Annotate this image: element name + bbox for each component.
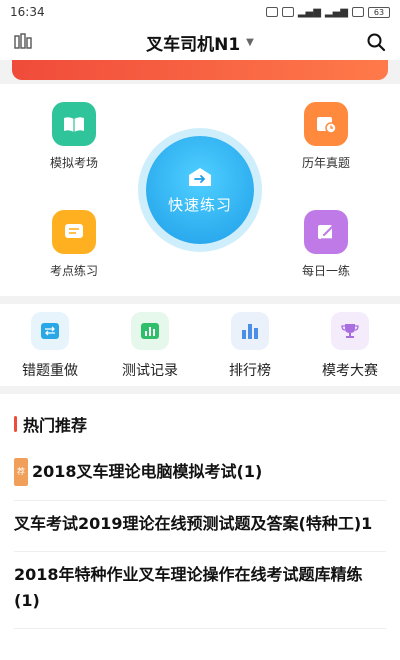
status-time: 16:34 — [10, 5, 45, 19]
list-item[interactable]: 叉车考试2019理论在线预测试题及答案(特种工)1 — [14, 501, 386, 552]
test-records-button[interactable]: 测试记录 — [105, 312, 195, 380]
search-icon[interactable] — [366, 32, 386, 52]
past-papers-entry[interactable]: 历年真题 — [286, 102, 366, 171]
banner[interactable] — [12, 60, 388, 80]
signal-icon-2: ▂▄▆ — [324, 6, 348, 18]
daily-practice-entry[interactable]: 每日一练 — [286, 210, 366, 279]
section-header: 热门推荐 — [14, 412, 87, 436]
practice-panel: 模拟考场 历年真题 快速练习 考点练习 每日一练 — [0, 84, 400, 296]
recommend-list: 荐 2018叉车理论电脑模拟考试(1) 叉车考试2019理论在线预测试题及答案(特… — [14, 448, 386, 629]
trophy-icon — [331, 312, 369, 350]
leaderboard-button[interactable]: 排行榜 — [205, 312, 295, 380]
list-item-text: 2018年特种作业叉车理论操作在线考试题库精练(1) — [14, 565, 363, 610]
tools-panel: 错题重做 测试记录 排行榜 模考大赛 — [0, 304, 400, 386]
quick-practice-button[interactable]: 快速练习 — [146, 136, 254, 244]
alarm-icon — [281, 7, 294, 17]
section-marker — [14, 416, 17, 432]
notification-icon — [265, 7, 278, 17]
list-item-text: 2018叉车理论电脑模拟考试(1) — [32, 462, 263, 481]
edit-icon — [304, 210, 348, 254]
library-icon[interactable] — [14, 33, 32, 49]
mock-exam-entry[interactable]: 模拟考场 — [34, 102, 114, 171]
tool-label: 测试记录 — [122, 363, 178, 379]
ranking-icon — [231, 312, 269, 350]
recommend-section: 热门推荐 荐 2018叉车理论电脑模拟考试(1) 叉车考试2019理论在线预测试题… — [0, 394, 400, 660]
tool-label: 排行榜 — [229, 363, 271, 379]
quick-practice-label: 快速练习 — [167, 195, 232, 214]
tool-label: 模考大赛 — [322, 363, 378, 379]
chat-note-icon — [52, 210, 96, 254]
list-item[interactable]: 荐 2018叉车理论电脑模拟考试(1) — [14, 448, 386, 501]
status-icons: ▂▄▆ ▂▄▆ 63 — [265, 6, 390, 18]
book-icon — [52, 102, 96, 146]
page-title[interactable]: 叉车司机N1 — [146, 30, 240, 55]
sim-icon — [352, 7, 364, 17]
app-header: 叉车司机N1 ▼ — [0, 24, 400, 60]
signal-icon: ▂▄▆ — [297, 6, 321, 18]
bar-chart-icon — [131, 312, 169, 350]
chevron-down-icon[interactable]: ▼ — [246, 37, 254, 48]
list-item[interactable]: 2018年特种作业叉车理论操作在线考试题库精练(1) — [14, 552, 386, 629]
recommend-badge: 荐 — [14, 458, 28, 486]
tool-label: 错题重做 — [22, 363, 78, 379]
status-bar: 16:34 ▂▄▆ ▂▄▆ 63 — [0, 0, 400, 24]
daily-practice-label: 每日一练 — [301, 264, 350, 278]
arrow-box-icon — [189, 167, 211, 186]
mock-contest-button[interactable]: 模考大赛 — [305, 312, 395, 380]
battery-icon: 63 — [368, 6, 390, 18]
section-title: 热门推荐 — [23, 416, 88, 435]
list-item-text: 叉车考试2019理论在线预测试题及答案(特种工)1 — [14, 514, 373, 533]
redo-icon — [31, 312, 69, 350]
past-papers-label: 历年真题 — [301, 156, 350, 170]
mock-exam-label: 模拟考场 — [49, 156, 98, 170]
calendar-clock-icon — [304, 102, 348, 146]
wrong-questions-button[interactable]: 错题重做 — [5, 312, 95, 380]
point-practice-label: 考点练习 — [49, 264, 98, 278]
point-practice-entry[interactable]: 考点练习 — [34, 210, 114, 279]
